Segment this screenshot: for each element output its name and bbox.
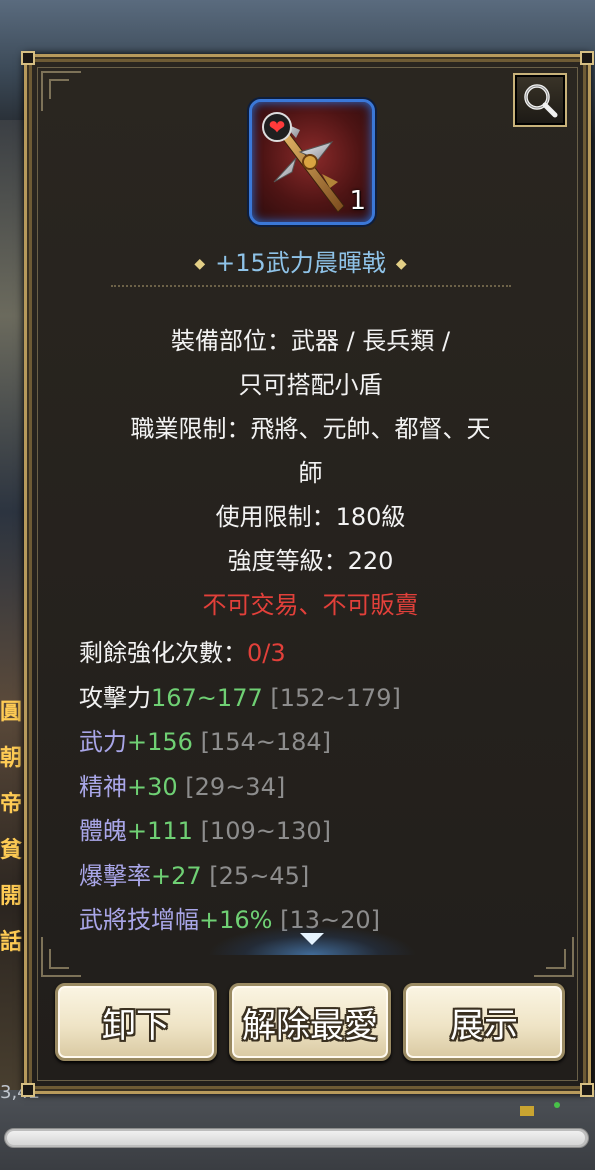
fret-ornament [41,71,81,111]
stat-label: 剩餘強化次數： [79,639,247,667]
stat-label: 攻擊力 [79,683,151,712]
chevron-down-icon [300,933,324,945]
job-limit-line1: 職業限制：飛將、元帥、都督、天 [130,415,491,443]
item-icon-slot[interactable]: ❤ 1 [249,99,375,225]
stat-row-spirit: 精神+30 [29~34] [79,765,549,810]
stat-value: +30 [127,772,178,801]
level-limit: 使用限制：180級 [215,503,406,531]
diamond-icon: ◆ [395,256,407,272]
corner-ornament [580,51,594,65]
corner-ornament [580,1083,594,1097]
fret-ornament [534,937,574,977]
item-tooltip-panel: ❤ 1 ◆ +15武力晨暉戟 ◆ 裝備部位：武器 / 長兵類 / 只可搭配小盾 職業… [21,51,594,1097]
scrollbar-thumb[interactable] [7,1131,585,1145]
corner-ornament [21,51,35,65]
item-name-row: ◆ +15武力晨暉戟 ◆ [27,243,574,278]
stat-range: [109~130] [200,817,332,845]
stat-range: [154~184] [200,728,332,756]
horizontal-scrollbar[interactable] [4,1128,589,1148]
favorite-heart-icon: ❤ [262,112,292,142]
unfavorite-button[interactable]: 解除最愛 [229,983,391,1061]
stat-label: 爆擊率 [79,861,151,890]
strength-level: 強度等級：220 [227,547,394,575]
stat-label: 體魄 [79,817,127,845]
fret-ornament [41,937,81,977]
item-info: 裝備部位：武器 / 長兵類 / 只可搭配小盾 職業限制：飛將、元帥、都督、天 師… [67,319,554,627]
unequip-button[interactable]: 卸下 [55,983,217,1061]
stat-row-enhance: 剩餘強化次數：0/3 [79,631,549,676]
stat-value: +27 [151,861,202,890]
stat-row-attack: 攻擊力167~177 [152~179] [79,676,549,721]
ground-decoration [520,1100,580,1120]
stat-row-physique: 體魄+111 [109~130] [79,809,549,854]
stat-label: 武力 [79,728,127,756]
stat-range: [152~179] [270,683,401,712]
item-name: +15武力晨暉戟 [215,249,386,277]
magnify-button[interactable] [513,73,567,127]
trade-notice: 不可交易、不可販賣 [202,591,419,619]
stat-row-crit: 爆擊率+27 [25~45] [79,854,549,899]
diamond-icon: ◆ [194,256,206,272]
stat-value: +156 [127,728,193,756]
showcase-button[interactable]: 展示 [403,983,565,1061]
stat-value: +111 [127,817,193,845]
stat-range: [29~34] [185,772,286,801]
stat-range: [25~45] [209,861,310,890]
scroll-down-indicator[interactable] [207,925,417,955]
magnifier-icon [524,84,558,118]
equip-slot-line2: 只可搭配小盾 [238,371,383,399]
stat-value: 0/3 [247,639,286,667]
divider [111,285,511,287]
stat-value: 167~177 [151,683,263,712]
item-count: 1 [349,186,366,216]
stat-label: 精神 [79,772,127,801]
job-limit-line2: 師 [298,459,323,487]
stats-list: 剩餘強化次數：0/3 攻擊力167~177 [152~179] 武力+156 [… [79,631,549,943]
stat-row-strength: 武力+156 [154~184] [79,720,549,765]
stat-label: 武將技增幅 [79,906,199,934]
corner-ornament [21,1083,35,1097]
equip-slot-line1: 裝備部位：武器 / 長兵類 / [170,327,451,355]
